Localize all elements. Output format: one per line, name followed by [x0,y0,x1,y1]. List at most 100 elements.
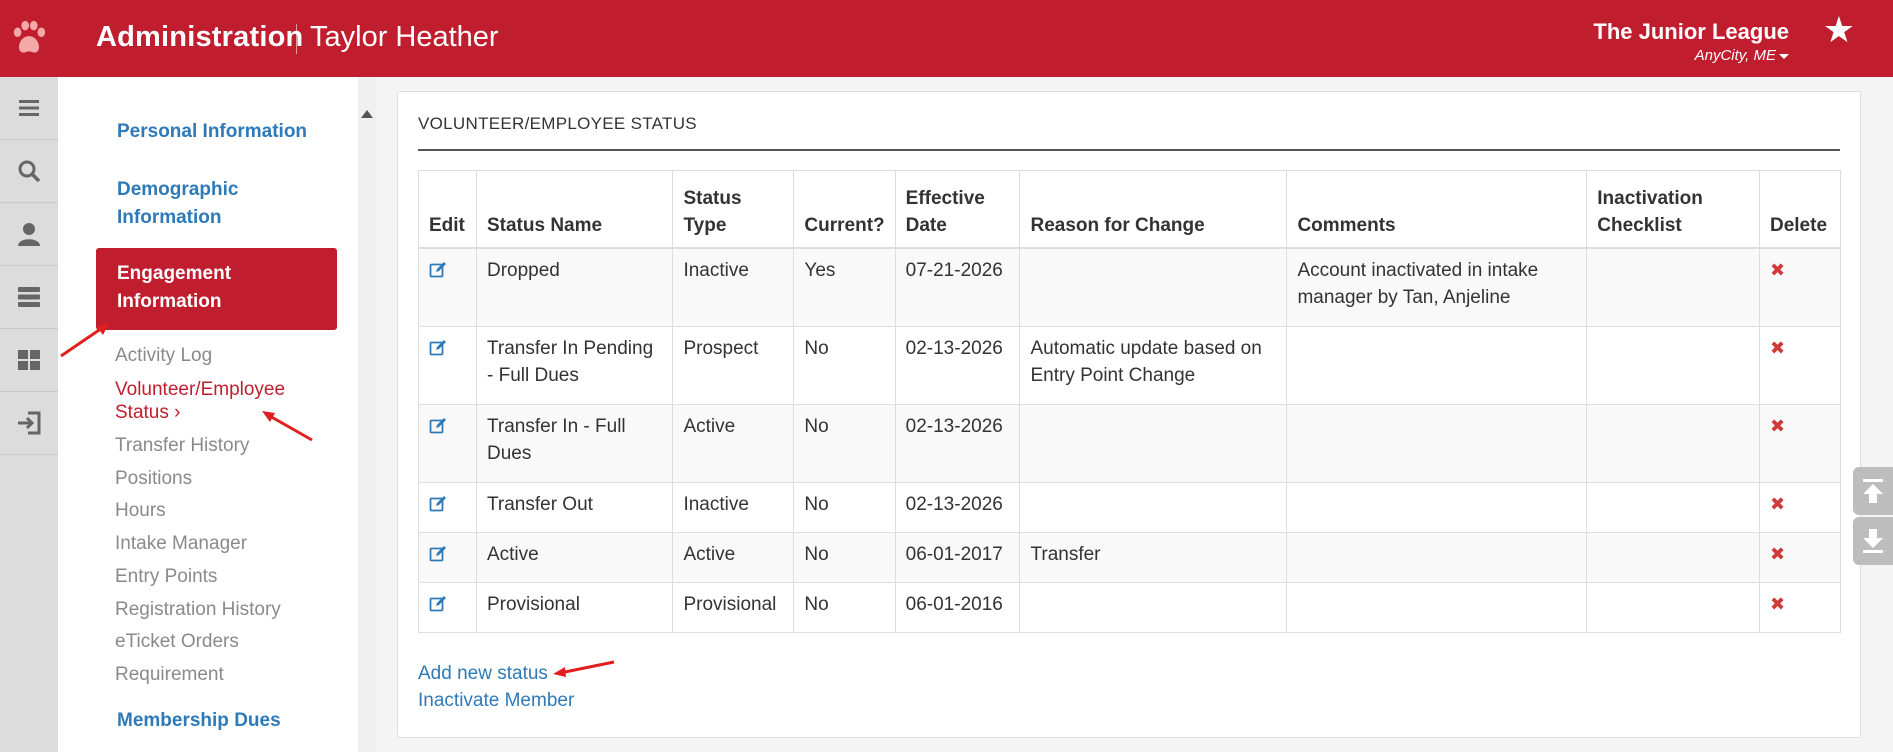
cell-effective-date: 07-21-2026 [894,247,1021,327]
col-reason[interactable]: Reason for Change [1019,170,1288,249]
edit-icon[interactable] [429,595,447,613]
cell-status-name: Transfer In - Full Dues [475,403,674,483]
delete-icon[interactable]: ✖ [1770,544,1785,564]
arrow-up-icon [1863,479,1883,503]
col-status-type-l2: Type [683,215,727,236]
nav-activity-log[interactable]: Activity Log [115,345,212,367]
annotation-arrow-volunteer-status [262,411,313,442]
user-icon [18,223,40,246]
subnav-scrollbar[interactable] [358,77,376,752]
delete-icon[interactable]: ✖ [1770,416,1785,436]
scroll-up-icon[interactable] [361,110,373,118]
logout-icon [18,411,41,435]
server-button[interactable] [0,266,58,329]
logout-button[interactable] [0,392,58,455]
delete-icon[interactable]: ✖ [1770,338,1785,358]
add-new-status-link[interactable]: Add new status [418,663,548,685]
nav-positions[interactable]: Positions [115,468,192,490]
table-row: Active Active No 06-01-2017 Transfer ✖ [418,531,1842,583]
cell-checklist [1586,481,1760,533]
table-row: Provisional Provisional No 06-01-2016 ✖ [418,581,1842,633]
star-icon[interactable]: ★ [1823,10,1855,50]
cell-effective-date: 02-13-2026 [894,481,1021,533]
delete-icon[interactable]: ✖ [1770,594,1785,614]
cell-comments [1286,531,1588,583]
app-title: Administration [96,21,304,53]
edit-icon[interactable] [429,417,447,435]
cell-reason [1019,581,1288,633]
paw-logo-icon[interactable] [10,18,48,58]
nav-engagement-line2: Information [117,291,222,312]
table-row: Transfer Out Inactive No 02-13-2026 ✖ [418,481,1842,533]
nav-hours[interactable]: Hours [115,500,166,522]
table-row: Dropped Inactive Yes 07-21-2026 Account inac… [418,247,1842,327]
nav-demographic-line1: Demographic [117,179,239,200]
nav-requirement[interactable]: Requirement [115,664,224,686]
server-icon [18,287,40,307]
edit-icon[interactable] [429,495,447,513]
col-edit: Edit [418,170,477,249]
col-current[interactable]: Current? [793,170,896,249]
status-table: Edit Status Name Status Type Current? Eff… [418,170,1842,633]
cell-effective-date: 02-13-2026 [894,325,1021,405]
title-divider-rule [418,149,1840,151]
cell-current: No [793,325,896,405]
cell-status-name: Dropped [475,247,674,327]
edit-cell [418,531,477,583]
caret-down-icon [1779,53,1789,59]
nav-engagement-line1: Engagement [117,263,232,284]
nav-intake-manager[interactable]: Intake Manager [115,533,247,555]
cell-status-name: Provisional [475,581,674,633]
cell-status-name: Active [475,531,674,583]
nav-membership-dues[interactable]: Membership Dues [117,707,281,735]
nav-eticket-orders[interactable]: eTicket Orders [115,631,239,653]
org-location-dropdown[interactable]: AnyCity, ME [1695,47,1789,64]
edit-icon[interactable] [429,339,447,357]
cell-reason: Transfer [1019,531,1288,583]
cell-reason [1019,481,1288,533]
search-button[interactable] [0,140,58,203]
col-inactivation[interactable]: Inactivation Checklist [1586,170,1760,249]
nav-personal-information[interactable]: Personal Information [117,118,307,146]
menu-button[interactable] [0,77,58,140]
col-effective-l2: Date [905,215,947,236]
top-header: Administration Taylor Heather The Junior… [0,0,1893,77]
cell-status-type: Inactive [672,481,795,533]
nav-demographic-information[interactable]: Demographic Information [117,176,238,232]
delete-icon[interactable]: ✖ [1770,494,1785,514]
cell-status-type: Provisional [672,581,795,633]
search-icon [18,160,41,183]
cell-reason: Automatic update based on Entry Point Ch… [1019,325,1288,405]
delete-cell: ✖ [1758,531,1842,583]
inactivate-member-link[interactable]: Inactivate Member [418,690,574,712]
cell-status-name: Transfer Out [475,481,674,533]
cell-checklist [1586,581,1760,633]
nav-registration-history[interactable]: Registration History [115,599,281,621]
cell-effective-date: 02-13-2026 [894,403,1021,483]
col-comments[interactable]: Comments [1286,170,1588,249]
cell-effective-date: 06-01-2016 [894,581,1021,633]
scroll-to-bottom-button[interactable] [1853,517,1893,565]
nav-entry-points[interactable]: Entry Points [115,566,217,588]
edit-cell [418,325,477,405]
dashboard-button[interactable] [0,329,58,392]
scroll-to-top-button[interactable] [1853,467,1893,515]
col-inactivation-l2: Checklist [1597,215,1682,236]
col-status-type[interactable]: Status Type [672,170,795,249]
nav-engagement-information[interactable]: Engagement Information [96,248,337,330]
profile-button[interactable] [0,203,58,266]
nav-volunteer-line1: Volunteer/Employee [115,379,286,400]
cell-current: No [793,581,896,633]
cell-comments [1286,403,1588,483]
col-status-name[interactable]: Status Name [475,170,674,249]
edit-icon[interactable] [429,545,447,563]
delete-icon[interactable]: ✖ [1770,260,1785,280]
cell-checklist [1586,403,1760,483]
panel-title: VOLUNTEER/EMPLOYEE STATUS [418,114,697,133]
nav-transfer-history[interactable]: Transfer History [115,435,249,457]
delete-cell: ✖ [1758,247,1842,327]
org-name[interactable]: The Junior League [1593,19,1789,45]
edit-icon[interactable] [429,261,447,279]
cell-comments [1286,581,1588,633]
col-effective-date[interactable]: Effective Date [894,170,1021,249]
